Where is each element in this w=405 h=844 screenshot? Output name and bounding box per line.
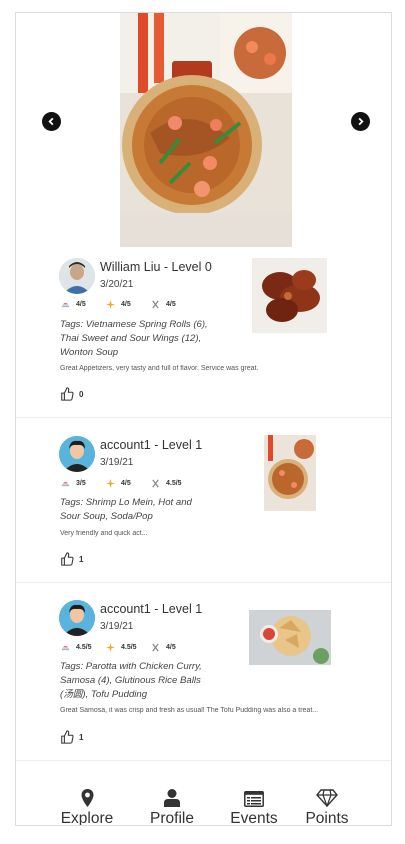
utensils-icon (152, 300, 159, 309)
nav-item-profile[interactable]: Profile (127, 761, 217, 826)
food-rating: 3/5 (61, 479, 106, 488)
review-date: 3/19/21 (100, 457, 134, 468)
review-card: account1 - Level 1 3/19/21 3/5 4/5 4.5/5… (16, 418, 391, 583)
hero-food-image (120, 13, 292, 247)
review-date: 3/20/21 (100, 279, 134, 290)
review-card: William Liu - Level 0 3/20/21 4/5 4/5 4/… (16, 256, 391, 418)
nav-item-explore[interactable]: Explore (42, 761, 132, 826)
review-date: 3/19/21 (100, 621, 134, 632)
food-rating: 4/5 (61, 300, 106, 309)
like-count: 1 (79, 554, 84, 564)
service-rating: 4/5 (106, 479, 151, 488)
review-card: account1 - Level 1 3/19/21 4.5/5 4.5/5 4… (16, 583, 391, 760)
food-rating: 4.5/5 (61, 643, 106, 652)
review-photo[interactable] (252, 258, 327, 333)
review-author[interactable]: William Liu - Level 0 (100, 260, 212, 274)
nav-item-points[interactable]: Points (282, 761, 372, 826)
bottom-nav: Explore Profile Events Points (16, 760, 391, 826)
service-rating: 4.5/5 (106, 643, 151, 652)
review-ratings: 3/5 4/5 4.5/5 (61, 479, 196, 488)
sparkle-icon (106, 643, 115, 652)
chevron-left-icon (48, 117, 54, 126)
thumbs-up-icon (61, 387, 74, 401)
like-count: 1 (79, 732, 84, 742)
carousel-prev-button[interactable] (42, 112, 61, 131)
review-ratings: 4/5 4/5 4/5 (61, 300, 196, 309)
nav-label-points: Points (305, 810, 349, 826)
sparkle-icon (106, 300, 115, 309)
value-rating: 4/5 (151, 300, 196, 309)
food-icon (61, 481, 70, 487)
chevron-right-icon (358, 117, 364, 126)
avatar[interactable] (59, 436, 95, 472)
review-tags: Tags: Shrimp Lo Mein, Hot and Sour Soup,… (60, 497, 192, 522)
carousel-next-button[interactable] (351, 112, 370, 131)
review-photo[interactable] (264, 435, 316, 511)
review-comment: Very friendly and quick act... (60, 530, 148, 537)
diamond-icon (316, 789, 338, 807)
review-author[interactable]: account1 - Level 1 (100, 438, 202, 452)
utensils-icon (152, 643, 159, 652)
utensils-icon (152, 479, 159, 488)
review-photo[interactable] (249, 610, 331, 665)
review-tags: Tags: Parotta with Chicken Curry, Samosa… (60, 661, 202, 700)
app-frame: William Liu - Level 0 3/20/21 4/5 4/5 4/… (15, 12, 392, 826)
list-icon (244, 791, 264, 807)
review-comment: Great Appetizers, very tasty and full of… (60, 365, 259, 372)
user-icon (164, 789, 180, 807)
photo-carousel (16, 13, 391, 249)
review-author[interactable]: account1 - Level 1 (100, 602, 202, 616)
like-button[interactable]: 0 (60, 387, 83, 401)
thumbs-up-icon (61, 730, 74, 744)
like-button[interactable]: 1 (60, 730, 83, 744)
review-comment: Great Samosa, it was crisp and fresh as … (60, 707, 319, 714)
avatar[interactable] (59, 258, 95, 294)
sparkle-icon (106, 479, 115, 488)
value-rating: 4.5/5 (151, 479, 196, 488)
nav-label-profile: Profile (150, 810, 194, 826)
like-count: 0 (79, 389, 84, 399)
thumbs-up-icon (61, 552, 74, 566)
map-pin-icon (81, 789, 93, 807)
like-button[interactable]: 1 (60, 552, 83, 566)
review-ratings: 4.5/5 4.5/5 4/5 (61, 643, 196, 652)
food-icon (61, 645, 70, 651)
value-rating: 4/5 (151, 643, 196, 652)
review-tags: Tags: Vietnamese Spring Rolls (6), Thai … (60, 319, 208, 358)
nav-label-explore: Explore (60, 810, 114, 826)
food-icon (61, 302, 70, 308)
service-rating: 4/5 (106, 300, 151, 309)
avatar[interactable] (59, 600, 95, 636)
